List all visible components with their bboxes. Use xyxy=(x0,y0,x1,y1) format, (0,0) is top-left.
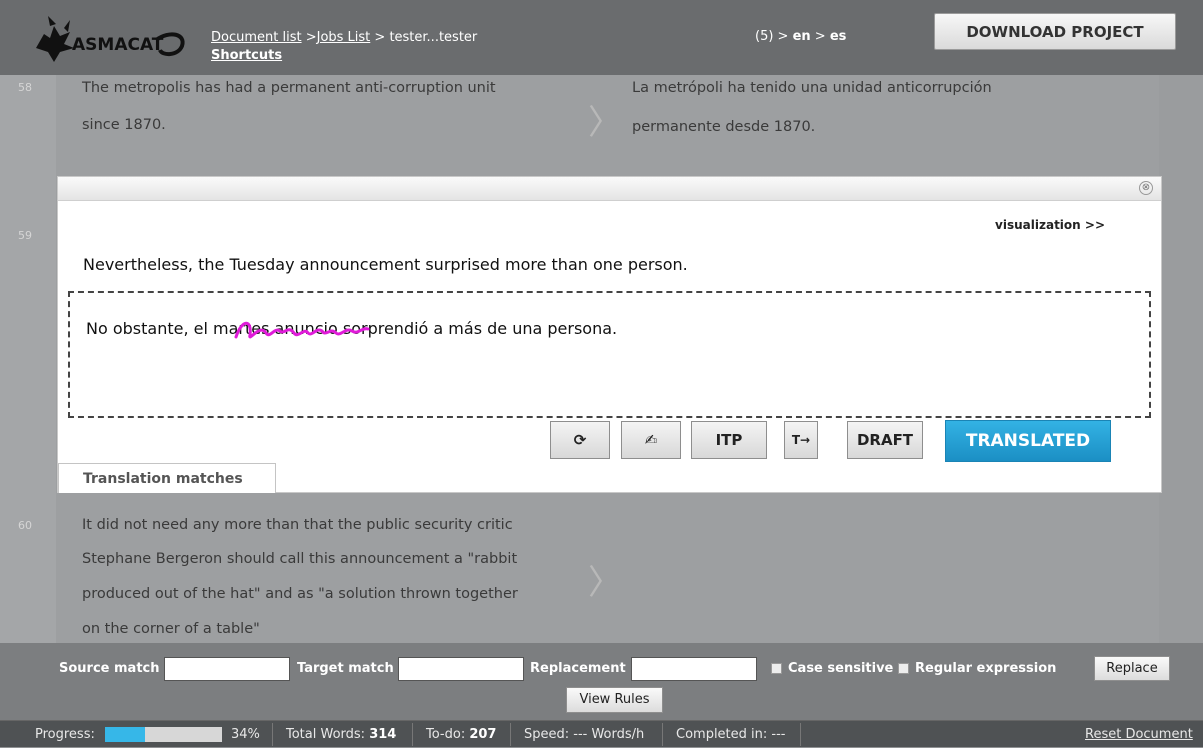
total-words-label: Total Words: xyxy=(286,727,366,742)
target-match-label: Target match xyxy=(297,661,394,676)
target-match-input[interactable] xyxy=(398,657,524,681)
todo-value: 207 xyxy=(469,727,497,742)
progress-bar xyxy=(105,727,222,742)
progress-label: Progress: xyxy=(35,727,95,742)
top-header: ASMACAT Document list >Jobs List > teste… xyxy=(0,0,1203,75)
segment-58-chevron-icon: 〉 xyxy=(588,103,622,143)
refresh-button[interactable]: ⟳ xyxy=(550,421,610,459)
view-rules-button[interactable]: View Rules xyxy=(566,687,663,713)
breadcrumb-separator: > xyxy=(301,30,317,45)
status-separator xyxy=(662,723,663,746)
source-match-input[interactable] xyxy=(164,657,290,681)
completed-in: Completed in: --- xyxy=(676,727,786,742)
status-separator xyxy=(412,723,413,746)
segment-60-source-line-3[interactable]: produced out of the hat" and as "a solut… xyxy=(82,577,518,611)
todo-words: To-do: 207 xyxy=(426,721,496,748)
language-separator: > xyxy=(810,29,830,44)
replace-button[interactable]: Replace xyxy=(1094,656,1170,681)
breadcrumb-current: > tester...tester xyxy=(370,30,478,45)
target-text-before: No obstante, el xyxy=(86,319,214,338)
tab-translation-matches[interactable]: Translation matches xyxy=(58,463,276,493)
progress-bar-fill xyxy=(105,727,145,742)
breadcrumb: Document list >Jobs List > tester...test… xyxy=(211,29,477,65)
pen-button[interactable]: ✍ xyxy=(621,421,681,459)
status-bar: Progress: 34% Total Words: 314 To-do: 20… xyxy=(0,720,1203,747)
case-sensitive-checkbox[interactable] xyxy=(771,663,782,674)
visualization-link[interactable]: visualization >> xyxy=(995,218,1105,232)
download-project-button[interactable]: DOWNLOAD PROJECT xyxy=(934,13,1176,50)
shortcuts-link[interactable]: Shortcuts xyxy=(211,47,477,65)
source-text: Nevertheless, the Tuesday announcement s… xyxy=(83,255,688,274)
status-separator xyxy=(800,723,801,746)
speed: Speed: --- Words/h xyxy=(524,727,645,742)
search-replace-bar: Source match Target match Replacement Ca… xyxy=(0,643,1203,720)
target-editor[interactable]: No obstante, el martes anuncio sorprendi… xyxy=(68,291,1151,418)
segment-58-source-line-2[interactable]: since 1870. xyxy=(82,108,166,142)
svg-text:ASMACAT: ASMACAT xyxy=(72,35,164,55)
reset-document-link[interactable]: Reset Document xyxy=(1085,721,1193,748)
segment-60-source-line-1[interactable]: It did not need any more than that the p… xyxy=(82,508,513,542)
segment-60-source-line-4[interactable]: on the corner of a table" xyxy=(82,612,260,646)
case-sensitive-label: Case sensitive xyxy=(788,661,894,676)
active-segment-editor: ⊗ visualization >> Nevertheless, the Tue… xyxy=(57,176,1162,493)
progress-percent: 34% xyxy=(231,727,260,742)
segment-number-59: 59 xyxy=(18,229,32,242)
total-words: Total Words: 314 xyxy=(286,721,396,748)
breadcrumb-jobs-list[interactable]: Jobs List xyxy=(317,30,371,45)
source-language: en xyxy=(792,29,811,44)
target-language: es xyxy=(829,29,847,44)
t-arrow-button[interactable]: T→ xyxy=(784,421,818,459)
translated-button[interactable]: TRANSLATED xyxy=(945,420,1111,462)
close-icon[interactable]: ⊗ xyxy=(1139,181,1153,195)
refresh-icon: ⟳ xyxy=(573,431,587,449)
editor-top-bar: ⊗ xyxy=(58,177,1161,201)
segment-number-58: 58 xyxy=(18,81,32,94)
language-path: (5) > en > es xyxy=(755,29,846,44)
segment-60-chevron-icon: 〉 xyxy=(588,563,622,603)
casmacat-logo[interactable]: ASMACAT xyxy=(30,8,195,68)
todo-label: To-do: xyxy=(426,727,466,742)
total-words-value: 314 xyxy=(369,727,397,742)
segment-count: (5) > xyxy=(755,29,793,44)
status-separator xyxy=(510,723,511,746)
handwriting-stroke xyxy=(234,321,370,339)
segment-60-source-line-2[interactable]: Stephane Bergeron should call this annou… xyxy=(82,542,517,576)
status-separator xyxy=(272,723,273,746)
regular-expression-label: Regular expression xyxy=(915,661,1057,676)
source-match-label: Source match xyxy=(59,661,160,676)
breadcrumb-document-list[interactable]: Document list xyxy=(211,30,302,45)
replacement-input[interactable] xyxy=(631,657,757,681)
replacement-label: Replacement xyxy=(530,661,626,676)
regular-expression-checkbox[interactable] xyxy=(898,663,909,674)
draft-button[interactable]: DRAFT xyxy=(847,421,923,459)
segment-58-target-line-2[interactable]: permanente desde 1870. xyxy=(632,110,815,144)
pen-icon: ✍ xyxy=(644,431,658,449)
segment-number-60: 60 xyxy=(18,519,32,532)
segment-number-gutter xyxy=(0,75,56,643)
right-strip xyxy=(1159,75,1203,643)
itp-button[interactable]: ITP xyxy=(691,421,767,459)
segment-58-target-line-1[interactable]: La metrópoli ha tenido una unidad antico… xyxy=(632,71,992,105)
segment-58-source-line-1[interactable]: The metropolis has had a permanent anti-… xyxy=(82,71,496,105)
